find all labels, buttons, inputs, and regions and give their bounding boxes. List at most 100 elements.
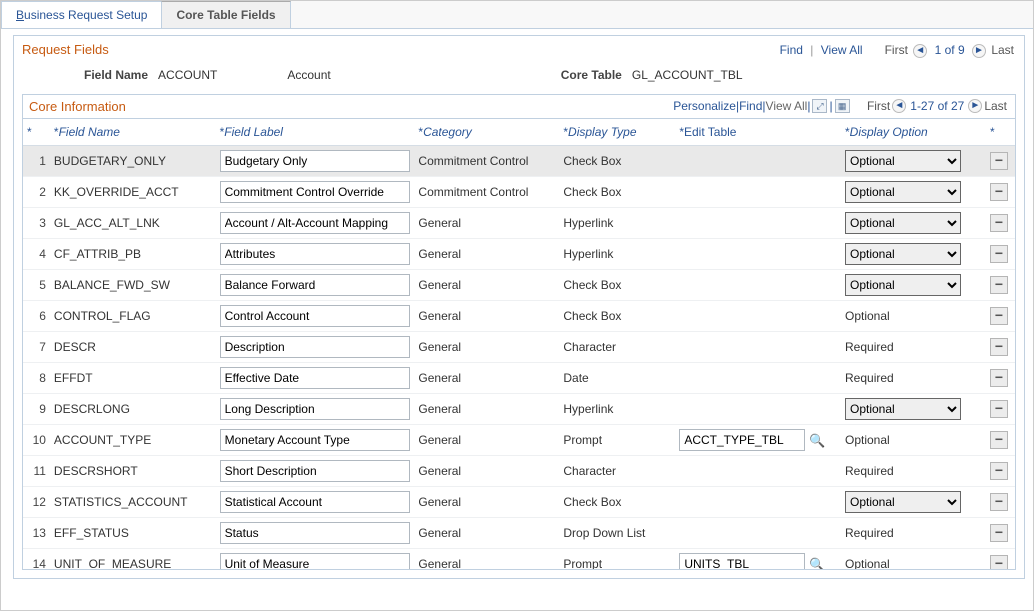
field-label-input[interactable] [220, 212, 411, 234]
display-option-select[interactable]: OptionalRequired [845, 398, 961, 420]
display-type-cell: Character [559, 455, 675, 486]
field-label-input[interactable] [220, 305, 411, 327]
field-name-cell: KK_OVERRIDE_ACCT [50, 176, 216, 207]
display-option-select[interactable]: OptionalRequired [845, 274, 961, 296]
page-root: Business Request Setup Core Table Fields… [0, 0, 1034, 611]
ci-viewall-link[interactable]: View All [766, 99, 808, 113]
tab-core-table-fields[interactable]: Core Table Fields [161, 1, 290, 28]
display-option-select[interactable]: OptionalRequired [845, 150, 961, 172]
field-label-input[interactable] [220, 553, 411, 569]
delete-row-button[interactable]: − [990, 214, 1008, 232]
field-label-input[interactable] [220, 150, 411, 172]
display-option-cell: OptionalRequired [841, 176, 986, 207]
delete-row-button[interactable]: − [990, 431, 1008, 449]
col-field-label-header[interactable]: Field Label [216, 119, 415, 146]
edit-table-cell [675, 145, 841, 176]
display-type-cell: Check Box [559, 176, 675, 207]
field-label-input[interactable] [220, 429, 411, 451]
field-name-cell: DESCRSHORT [50, 455, 216, 486]
display-option-select[interactable]: OptionalRequired [845, 243, 961, 265]
row-number: 11 [23, 455, 50, 486]
edit-table-cell [675, 331, 841, 362]
display-option-select[interactable]: OptionalRequired [845, 491, 961, 513]
tab-business-request-setup[interactable]: Business Request Setup [1, 1, 162, 28]
row-number: 4 [23, 238, 50, 269]
table-row: 9DESCRLONGGeneralHyperlinkOptionalRequir… [23, 393, 1015, 424]
category-cell: General [414, 517, 559, 548]
rf-prev-icon[interactable]: ◄ [913, 44, 927, 58]
edit-table-cell [675, 300, 841, 331]
field-label-input[interactable] [220, 522, 411, 544]
delete-row-button[interactable]: − [990, 555, 1008, 569]
row-number: 8 [23, 362, 50, 393]
delete-row-button[interactable]: − [990, 307, 1008, 325]
field-label-input[interactable] [220, 336, 411, 358]
field-label-input[interactable] [220, 243, 411, 265]
display-type-cell: Hyperlink [559, 207, 675, 238]
col-field-name-header[interactable]: Field Name [50, 119, 216, 146]
field-name-cell: STATISTICS_ACCOUNT [50, 486, 216, 517]
ci-range: 1-27 of 27 [910, 99, 964, 113]
delete-row-button[interactable]: − [990, 276, 1008, 294]
lookup-icon[interactable]: 🔍 [809, 433, 825, 449]
col-display-option-header[interactable]: Display Option [841, 119, 986, 146]
display-option-select[interactable]: OptionalRequired [845, 212, 961, 234]
edit-table-cell [675, 269, 841, 300]
category-cell: General [414, 455, 559, 486]
col-edit-table-header[interactable]: Edit Table [675, 119, 841, 146]
ci-prev-icon[interactable]: ◄ [892, 99, 906, 113]
field-label-input[interactable] [220, 274, 411, 296]
ci-next-icon[interactable]: ► [968, 99, 982, 113]
field-name-cell: BUDGETARY_ONLY [50, 145, 216, 176]
field-name-cell: DESCR [50, 331, 216, 362]
col-num-header [23, 119, 50, 146]
edit-table-input[interactable] [679, 429, 805, 451]
field-label-input[interactable] [220, 398, 411, 420]
edit-table-cell [675, 455, 841, 486]
download-icon[interactable]: ▦ [835, 99, 850, 113]
delete-row-button[interactable]: − [990, 245, 1008, 263]
edit-table-cell [675, 176, 841, 207]
edit-table-input[interactable] [679, 553, 805, 569]
display-option-cell: Required [841, 331, 986, 362]
table-row: 10ACCOUNT_TYPEGeneralPrompt🔍Optional− [23, 424, 1015, 455]
display-option-cell: OptionalRequired [841, 393, 986, 424]
delete-row-button[interactable]: − [990, 400, 1008, 418]
col-category-header[interactable]: Category [414, 119, 559, 146]
col-display-type-header[interactable]: Display Type [559, 119, 675, 146]
display-option-cell: OptionalRequired [841, 486, 986, 517]
rf-viewall-link[interactable]: View All [821, 43, 863, 57]
delete-row-button[interactable]: − [990, 493, 1008, 511]
delete-row-button[interactable]: − [990, 152, 1008, 170]
delete-row-button[interactable]: − [990, 183, 1008, 201]
field-label-input[interactable] [220, 367, 411, 389]
display-option-cell: Optional [841, 548, 986, 569]
edit-table-cell [675, 517, 841, 548]
ci-find-link[interactable]: Find [739, 99, 762, 113]
rf-find-link[interactable]: Find [780, 43, 803, 57]
request-fields-title: Request Fields [22, 42, 109, 57]
zoom-icon[interactable]: ⤢ [812, 99, 827, 113]
category-cell: Commitment Control [414, 176, 559, 207]
rf-next-icon[interactable]: ► [972, 44, 986, 58]
field-label-input[interactable] [220, 491, 411, 513]
category-cell: General [414, 486, 559, 517]
delete-row-button[interactable]: − [990, 462, 1008, 480]
grid-scroll[interactable]: Field Name Field Label Category Display … [23, 119, 1015, 569]
table-row: 5BALANCE_FWD_SWGeneralCheck BoxOptionalR… [23, 269, 1015, 300]
field-label-input[interactable] [220, 181, 411, 203]
ci-personalize-link[interactable]: Personalize [673, 99, 736, 113]
table-row: 4CF_ATTRIB_PBGeneralHyperlinkOptionalReq… [23, 238, 1015, 269]
display-option-select[interactable]: OptionalRequired [845, 181, 961, 203]
delete-row-button[interactable]: − [990, 524, 1008, 542]
lookup-icon[interactable]: 🔍 [809, 557, 825, 569]
field-label-input[interactable] [220, 460, 411, 482]
field-name-label: Field Name [84, 68, 148, 82]
request-fields-info: Field Name ACCOUNT Account Core Table GL… [22, 64, 1016, 92]
row-number: 2 [23, 176, 50, 207]
delete-row-button[interactable]: − [990, 338, 1008, 356]
row-number: 13 [23, 517, 50, 548]
table-row: 12STATISTICS_ACCOUNTGeneralCheck BoxOpti… [23, 486, 1015, 517]
display-type-cell: Hyperlink [559, 238, 675, 269]
delete-row-button[interactable]: − [990, 369, 1008, 387]
